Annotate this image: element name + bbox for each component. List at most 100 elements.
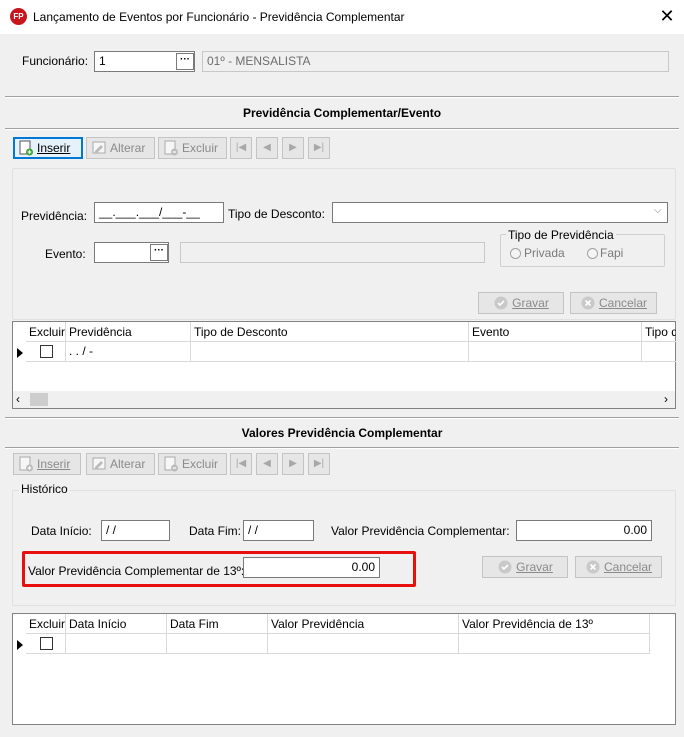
column-header[interactable]: Data Início (66, 614, 167, 634)
column-header[interactable]: Evento (469, 322, 642, 342)
previdencia-label: Previdência: (21, 209, 88, 223)
column-header[interactable]: Previdência (66, 322, 191, 342)
scroll-left-icon[interactable]: ‹ (16, 392, 20, 406)
valor-label: Valor Previdência Complementar: (331, 524, 510, 538)
cancelar-label: Cancelar (603, 560, 653, 574)
excluir-label: Excluir (182, 141, 219, 155)
previdencia-grid[interactable]: Excluir Previdência Tipo de Desconto Eve… (12, 321, 676, 409)
historico-group (12, 490, 676, 606)
window-title: Lançamento de Eventos por Funcionário - … (33, 10, 405, 24)
cancel-icon (586, 560, 600, 574)
insert-doc-icon (19, 456, 33, 472)
alterar-label: Alterar (110, 457, 146, 471)
section-title-valores: Valores Previdência Complementar (241, 426, 443, 440)
valores-grid[interactable]: Excluir Data Início Data Fim Valor Previ… (12, 613, 676, 725)
first-record-icon[interactable]: |◀ (230, 137, 252, 159)
table-cell (26, 342, 66, 362)
inserir-label: Inserir (37, 457, 71, 471)
column-header[interactable]: Tipo de Desconto (191, 322, 469, 342)
excluir-button[interactable]: Excluir (158, 137, 227, 159)
chevron-down-icon: ⌵ (654, 205, 662, 216)
cancelar-valores-button[interactable]: Cancelar (575, 556, 662, 578)
evento-label: Evento: (45, 247, 86, 261)
prev-record-icon[interactable]: ◀ (256, 453, 278, 475)
gravar-label: Gravar (512, 296, 549, 310)
inserir-button[interactable]: Inserir (13, 137, 83, 159)
edit-icon (92, 141, 106, 154)
fapi-label: Fapi (600, 246, 624, 260)
tipo-desconto-select[interactable] (332, 202, 668, 223)
table-cell[interactable] (459, 634, 650, 654)
column-header[interactable]: Tipo d (642, 322, 676, 342)
excluir-valores-button[interactable]: Excluir (158, 453, 227, 475)
table-cell[interactable] (268, 634, 459, 654)
data-fim-label: Data Fim: (189, 524, 242, 538)
table-cell[interactable] (191, 342, 469, 362)
gravar-button[interactable]: Gravar (478, 292, 564, 314)
section-title-previdencia: Previdência Complementar/Evento (242, 106, 442, 120)
excluir-checkbox[interactable] (40, 637, 53, 650)
data-fim-input[interactable]: / / (243, 520, 314, 541)
tipo-desconto-label: Tipo de Desconto: (228, 207, 325, 221)
valor-13-input[interactable]: 0.00 (243, 557, 380, 578)
data-inicio-input[interactable]: / / (101, 520, 170, 541)
insert-doc-icon (19, 140, 33, 156)
check-icon (494, 296, 508, 310)
valor-input[interactable]: 0.00 (516, 520, 652, 541)
alterar-label: Alterar (110, 141, 146, 155)
divider (5, 96, 679, 98)
table-cell[interactable] (167, 634, 268, 654)
column-header[interactable]: Data Fim (167, 614, 268, 634)
table-cell[interactable]: . . / - (66, 342, 191, 362)
privada-label: Privada (524, 246, 565, 260)
edit-icon (92, 457, 106, 470)
table-cell[interactable] (66, 634, 167, 654)
scrollbar-thumb[interactable] (30, 393, 48, 406)
first-record-icon[interactable]: |◀ (230, 453, 252, 475)
valor-13-label: Valor Previdência Complementar de 13º: (28, 564, 245, 578)
evento-lookup-button[interactable]: ··· (150, 244, 168, 261)
cancel-icon (581, 296, 595, 310)
alterar-button[interactable]: Alterar (86, 137, 155, 159)
column-header[interactable]: Excluir (26, 614, 66, 634)
column-header[interactable]: Valor Previdência de 13º (459, 614, 650, 634)
funcionario-lookup-button[interactable]: ··· (176, 53, 194, 70)
divider (5, 128, 679, 130)
column-header[interactable]: Excluir (26, 322, 66, 342)
privada-radio[interactable] (510, 248, 521, 259)
next-record-icon[interactable]: ▶ (282, 453, 304, 475)
last-record-icon[interactable]: ▶| (308, 453, 330, 475)
delete-doc-icon (164, 456, 178, 472)
gravar-valores-button[interactable]: Gravar (482, 556, 568, 578)
cancelar-label: Cancelar (598, 296, 648, 310)
last-record-icon[interactable]: ▶| (308, 137, 330, 159)
delete-doc-icon (164, 140, 178, 156)
cancelar-button[interactable]: Cancelar (570, 292, 657, 314)
table-cell[interactable] (642, 342, 676, 362)
historico-label: Histórico (19, 482, 70, 496)
app-icon: FP (10, 8, 27, 25)
excluir-checkbox[interactable] (40, 345, 53, 358)
table-cell[interactable] (469, 342, 642, 362)
funcionario-description: 01º - MENSALISTA (202, 51, 669, 72)
horizontal-scrollbar[interactable]: ‹ › (13, 391, 675, 408)
close-icon[interactable]: ✕ (657, 5, 677, 27)
check-icon (498, 560, 512, 574)
divider (5, 417, 679, 419)
inserir-valores-button[interactable]: Inserir (13, 453, 81, 475)
table-cell (26, 634, 66, 654)
scroll-right-icon[interactable]: › (664, 392, 668, 406)
column-header[interactable]: Valor Previdência (268, 614, 459, 634)
data-inicio-label: Data Início: (31, 524, 92, 538)
excluir-label: Excluir (182, 457, 219, 471)
next-record-icon[interactable]: ▶ (282, 137, 304, 159)
row-indicator-icon (17, 640, 23, 650)
evento-description (180, 242, 485, 263)
tipo-previdencia-label: Tipo de Previdência (506, 228, 616, 242)
alterar-valores-button[interactable]: Alterar (86, 453, 155, 475)
row-indicator-icon (17, 348, 23, 358)
previdencia-input[interactable]: __.___.___/___-__ (94, 202, 224, 223)
fapi-radio[interactable] (587, 248, 598, 259)
prev-record-icon[interactable]: ◀ (256, 137, 278, 159)
funcionario-label: Funcionário: (22, 54, 89, 68)
